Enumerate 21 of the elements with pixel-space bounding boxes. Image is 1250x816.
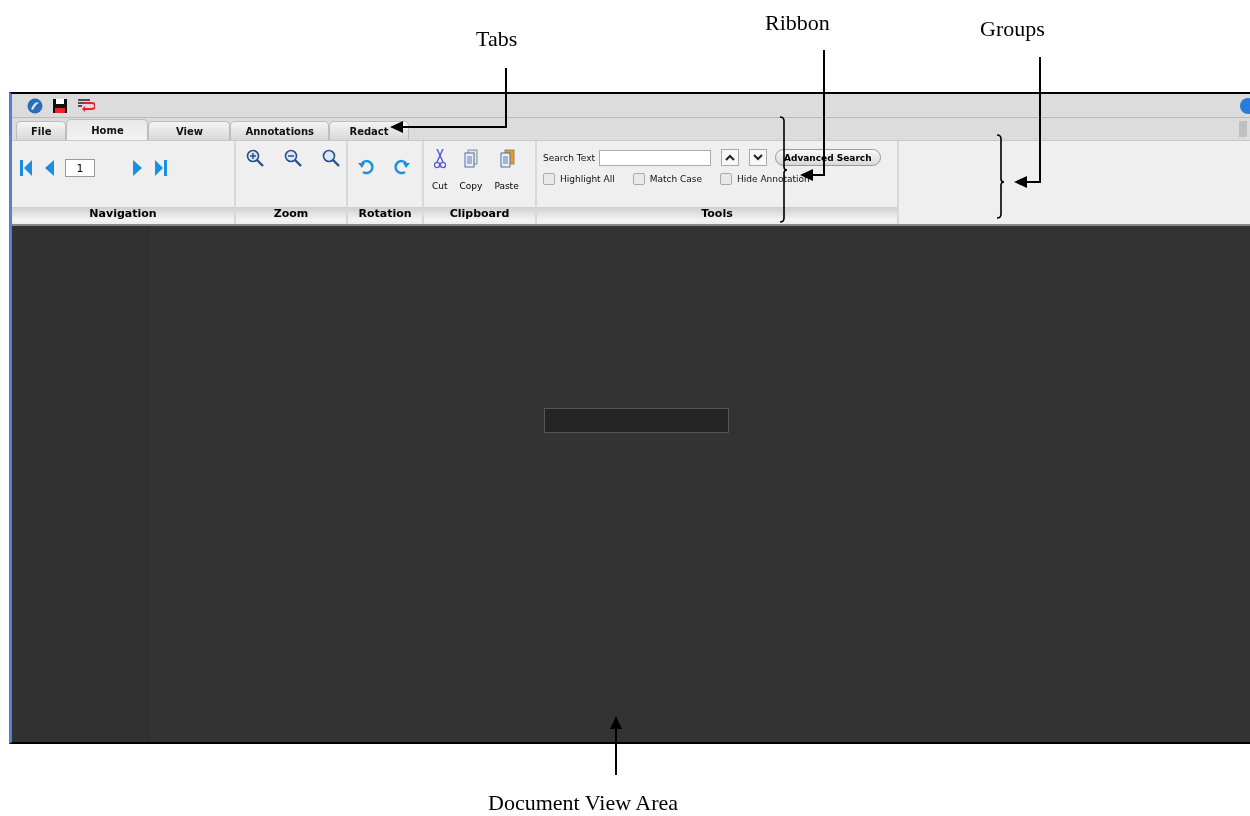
tab[interactable]: Home xyxy=(66,119,149,140)
callout-label: Ribbon xyxy=(765,10,830,36)
group-label: Zoom xyxy=(236,207,346,221)
tab[interactable]: Redact xyxy=(329,121,409,140)
page-number-field[interactable]: 1 xyxy=(65,159,95,177)
tab[interactable]: View xyxy=(148,121,231,140)
clipboard-button[interactable]: Paste xyxy=(492,149,521,191)
checkbox-label: Match Case xyxy=(649,174,702,184)
callout-label: Tabs xyxy=(476,26,518,52)
tab[interactable]: Annotations xyxy=(230,121,329,140)
tab[interactable]: File xyxy=(16,121,67,140)
callout-label: Groups xyxy=(980,16,1045,42)
group-label: Clipboard xyxy=(424,207,535,221)
search-label: Search Text xyxy=(543,152,595,163)
callout-label: Document View Area xyxy=(488,790,679,816)
clipboard-button[interactable]: Cut xyxy=(430,149,450,191)
group-label: Navigation xyxy=(12,207,234,221)
group-label: Rotation xyxy=(348,207,422,221)
group-label: Tools xyxy=(537,207,897,221)
checkbox-label: Highlight All xyxy=(560,174,615,184)
clipboard-button[interactable]: Copy xyxy=(457,149,485,191)
